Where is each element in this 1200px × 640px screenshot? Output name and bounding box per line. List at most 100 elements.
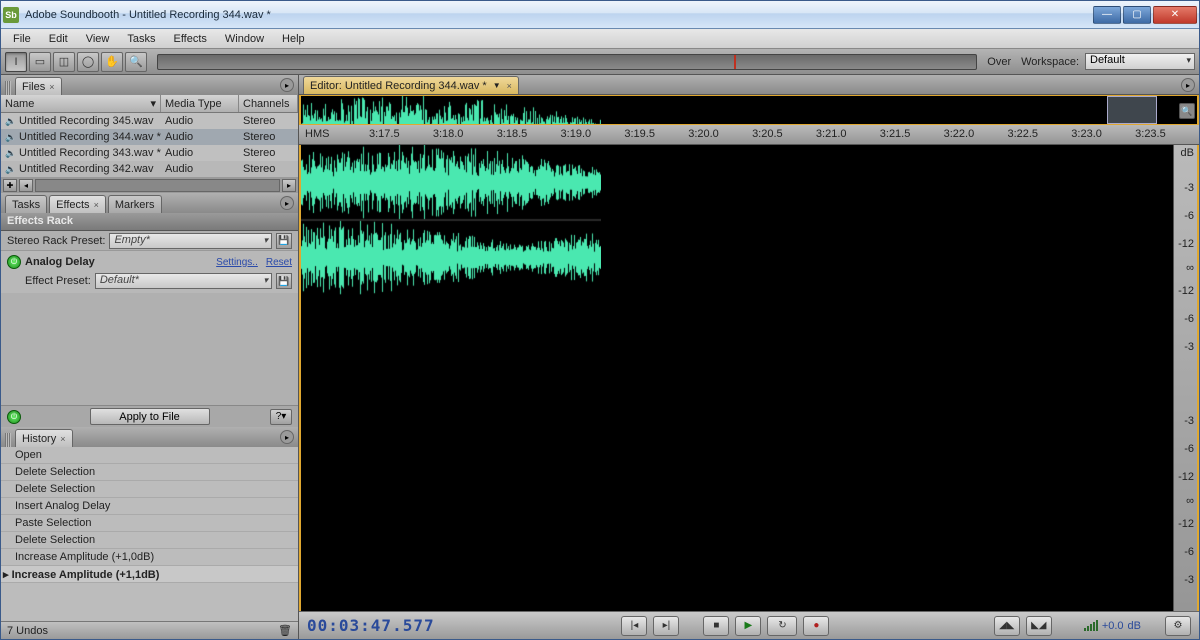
tab-history[interactable]: History× [15,429,73,447]
tab-markers[interactable]: Markers [108,195,162,213]
volume-control[interactable]: +0.0 dB [1084,620,1141,632]
menu-effects[interactable]: Effects [165,31,214,47]
history-item[interactable]: Increase Amplitude (+1,0dB) [1,549,298,566]
loop-button[interactable]: ↻ [767,616,797,636]
close-icon[interactable]: × [49,82,54,92]
tool-marquee[interactable]: ◫ [53,52,75,72]
help-icon[interactable]: ?▾ [270,409,292,425]
stop-button[interactable]: ■ [703,616,729,636]
history-item[interactable]: Paste Selection [1,515,298,532]
menu-window[interactable]: Window [217,31,272,47]
file-media: Audio [165,163,243,175]
tab-files[interactable]: Files× [15,77,62,95]
db-val: -3 [1184,182,1194,194]
close-icon[interactable]: × [507,81,512,91]
settings-icon[interactable]: ⚙ [1165,616,1191,636]
scroll-right-icon[interactable]: ▸ [282,179,296,192]
effect-name: Analog Delay [25,256,208,268]
history-item[interactable]: Delete Selection [1,481,298,498]
waveform-editor[interactable]: dB -3 -6 -12 ∞ -12 -6 -3 -3 -6 -12 ∞ -12… [299,145,1199,611]
col-mediatype[interactable]: Media Type [161,95,239,112]
save-preset-icon[interactable]: 💾 [276,233,292,249]
history-item[interactable]: Open [1,447,298,464]
effect-reset-link[interactable]: Reset [266,257,292,268]
apply-to-file-button[interactable]: Apply to File [90,408,210,425]
history-item-current[interactable]: Increase Amplitude (+1,1dB) [1,566,298,583]
waveform-overview[interactable]: 🔍 [299,95,1199,125]
file-channels: Stereo [243,115,294,127]
timeline-overview-bar[interactable] [157,54,977,70]
tab-effects[interactable]: Effects× [49,195,106,213]
waveform-canvas [301,145,601,295]
history-item[interactable]: Delete Selection [1,532,298,549]
col-channels[interactable]: Channels [239,95,298,112]
col-name[interactable]: Name▾ [1,95,161,112]
file-row[interactable]: 🔈Untitled Recording 344.wav *AudioStereo [1,129,298,145]
effect-settings-link[interactable]: Settings.. [216,257,258,268]
db-val: -6 [1184,443,1194,455]
new-file-icon[interactable]: ✚ [3,179,17,192]
over-label: Over [987,56,1011,68]
overview-selection[interactable] [1107,96,1157,124]
tab-editor[interactable]: Editor: Untitled Recording 344.wav * ▼ × [303,76,519,94]
history-item[interactable]: Delete Selection [1,464,298,481]
prev-marker-button[interactable]: ◢◣ [994,616,1020,636]
goto-end-button[interactable]: ▸| [653,616,679,636]
menu-file[interactable]: File [5,31,39,47]
zoom-tool-icon[interactable]: 🔍 [1179,103,1195,119]
ruler-tick: 3:20.0 [688,128,719,140]
next-marker-button[interactable]: ◣◢ [1026,616,1052,636]
file-row[interactable]: 🔈Untitled Recording 342.wavAudioStereo [1,161,298,177]
files-hscroll[interactable]: ✚ ◂ ▸ [1,177,298,193]
record-button[interactable]: ● [803,616,829,636]
tab-editor-label: Editor: Untitled Recording 344.wav * [310,80,487,92]
panel-menu-button[interactable]: ▸ [1181,78,1195,92]
file-media: Audio [165,131,243,143]
tool-zoom[interactable]: 🔍 [125,52,147,72]
minimize-button[interactable]: — [1093,6,1121,24]
tool-freq-select[interactable]: ▭ [29,52,51,72]
timecode[interactable]: 00:03:47.577 [307,616,457,635]
maximize-button[interactable]: ▢ [1123,6,1151,24]
effect-preset-select[interactable]: Default* [95,273,272,289]
effect-power-button[interactable]: ⏻ [7,255,21,269]
time-ruler[interactable]: HMS 3:17.53:18.03:18.53:19.03:19.53:20.0… [299,125,1199,145]
db-val: -12 [1178,471,1194,483]
file-row[interactable]: 🔈Untitled Recording 345.wavAudioStereo [1,113,298,129]
tool-time-select[interactable]: I [5,52,27,72]
tool-hand[interactable]: ✋ [101,52,123,72]
close-icon[interactable]: × [94,200,99,210]
history-item[interactable]: Insert Analog Delay [1,498,298,515]
scroll-left-icon[interactable]: ◂ [19,179,33,192]
trash-icon[interactable]: 🗑 [278,624,292,637]
close-icon[interactable]: × [60,434,65,444]
menu-help[interactable]: Help [274,31,313,47]
menu-edit[interactable]: Edit [41,31,76,47]
play-button[interactable]: ▶ [735,616,761,636]
stereo-preset-select[interactable]: Empty* [109,233,272,249]
goto-start-button[interactable]: |◂ [621,616,647,636]
ruler-tick: 3:22.0 [944,128,975,140]
file-row[interactable]: 🔈Untitled Recording 343.wav *AudioStereo [1,145,298,161]
rack-power-button[interactable]: ⏻ [7,410,21,424]
menu-view[interactable]: View [78,31,118,47]
scroll-track[interactable] [35,179,280,192]
panel-menu-button[interactable]: ▸ [280,430,294,444]
db-val: -6 [1184,313,1194,325]
tab-tasks[interactable]: Tasks [5,195,47,213]
db-val: ∞ [1186,262,1194,274]
panel-grip[interactable] [5,433,11,447]
save-preset-icon[interactable]: 💾 [276,273,292,289]
close-button[interactable]: ✕ [1153,6,1197,24]
files-header: Name▾ Media Type Channels [1,95,298,113]
stereo-preset-label: Stereo Rack Preset: [7,235,105,247]
menu-tasks[interactable]: Tasks [119,31,163,47]
panel-menu-button[interactable]: ▸ [280,78,294,92]
undo-count: 7 Undos [7,625,48,637]
tool-lasso[interactable]: ◯ [77,52,99,72]
chevron-down-icon[interactable]: ▼ [493,81,501,90]
sort-icon: ▾ [150,97,156,110]
workspace-select[interactable]: Default [1085,53,1195,70]
panel-menu-button[interactable]: ▸ [280,196,294,210]
panel-grip[interactable] [5,81,11,95]
